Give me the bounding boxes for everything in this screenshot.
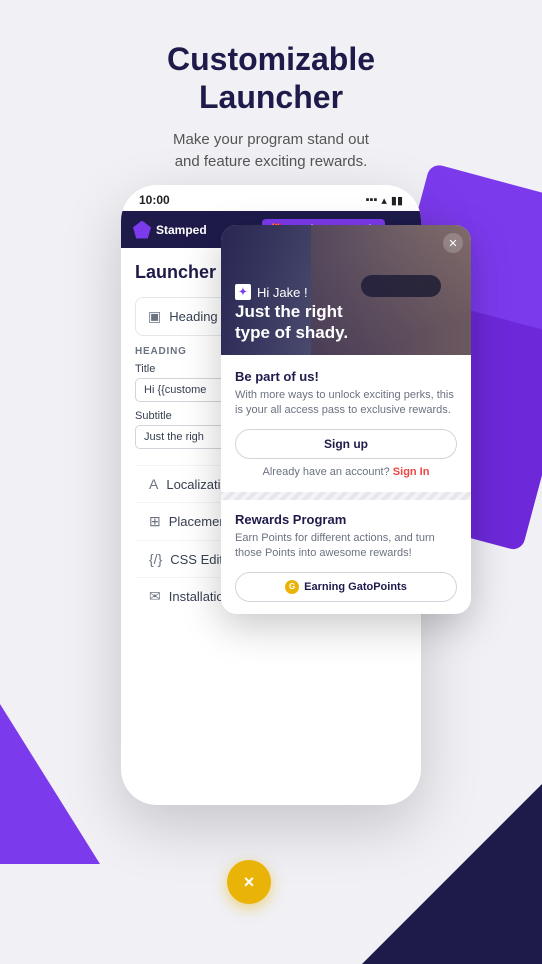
- close-fab-button[interactable]: ×: [227, 860, 271, 904]
- page-header: Customizable Launcher Make your program …: [0, 0, 542, 194]
- popup-rewards-section: Rewards Program Earn Points for differen…: [221, 500, 471, 614]
- signin-link[interactable]: Sign In: [393, 466, 430, 478]
- wifi-icon: ▴: [381, 194, 387, 207]
- coin-icon: G: [285, 580, 299, 594]
- page-subtitle: Make your program stand outand feature e…: [40, 129, 502, 174]
- status-icons: ▪▪▪ ▴ ▮▮: [366, 194, 403, 207]
- popup-stamp-icon: ✦: [235, 284, 251, 300]
- stamped-logo-icon: [133, 221, 151, 239]
- heading-icon: ▣: [148, 308, 161, 325]
- heading-row-left: ▣ Heading: [148, 308, 218, 325]
- page-title: Customizable Launcher: [40, 40, 502, 117]
- installation-icon: ✉: [149, 588, 161, 605]
- popup-hero-text: ✦ Hi Jake ! Just the right type of shady…: [235, 284, 348, 343]
- popup-body-desc: With more ways to unlock exciting perks,…: [235, 388, 457, 419]
- status-bar: 10:00 ▪▪▪ ▴ ▮▮: [121, 185, 421, 211]
- earning-button[interactable]: G Earning GatoPoints: [235, 572, 457, 602]
- popup-body-title: Be part of us!: [235, 369, 457, 384]
- localization-icon: A: [149, 476, 158, 492]
- signal-icon: ▪▪▪: [366, 194, 378, 206]
- bg-decoration-4: [0, 704, 100, 864]
- nav-logo-text: Stamped: [156, 223, 207, 237]
- popup-close-button[interactable]: ✕: [443, 233, 463, 253]
- popup-tagline: Just the right type of shady.: [235, 302, 348, 343]
- rewards-title: Rewards Program: [235, 512, 457, 527]
- rewards-desc: Earn Points for different actions, and t…: [235, 531, 457, 562]
- popup-greeting: ✦ Hi Jake !: [235, 284, 348, 300]
- nav-logo: Stamped: [133, 221, 207, 239]
- popup-hero: ✦ Hi Jake ! Just the right type of shady…: [221, 225, 471, 355]
- popup-divider: [221, 492, 471, 500]
- placement-icon: ⊞: [149, 513, 161, 530]
- popup-body: Be part of us! With more ways to unlock …: [221, 355, 471, 492]
- popup-card: ✦ Hi Jake ! Just the right type of shady…: [221, 225, 471, 614]
- heading-label: Heading: [169, 309, 217, 324]
- signup-button[interactable]: Sign up: [235, 429, 457, 459]
- status-time: 10:00: [139, 193, 170, 207]
- earning-btn-label: Earning GatoPoints: [304, 581, 407, 593]
- battery-icon: ▮▮: [391, 194, 403, 207]
- signin-text: Already have an account? Sign In: [235, 466, 457, 478]
- css-icon: {/}: [149, 551, 162, 567]
